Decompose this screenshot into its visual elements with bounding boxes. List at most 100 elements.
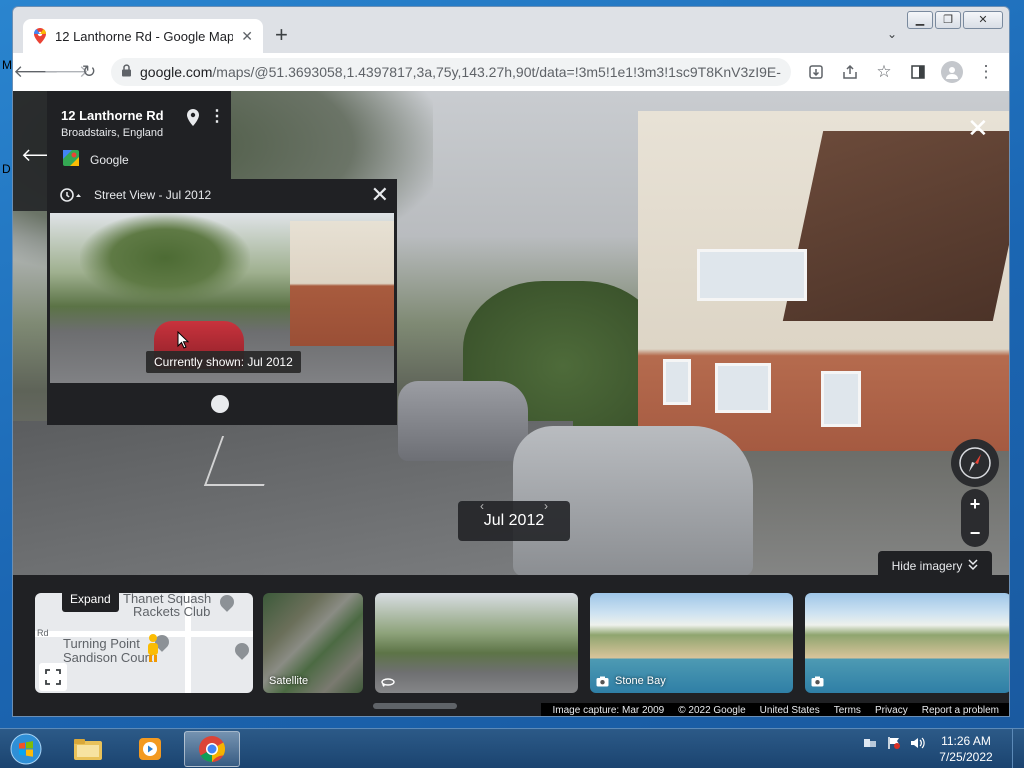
beach-photo-card[interactable]	[805, 593, 1009, 693]
install-app-icon[interactable]	[801, 57, 831, 87]
currently-shown-tooltip: Currently shown: Jul 2012	[146, 351, 301, 373]
compass-icon	[959, 447, 991, 479]
region-link[interactable]: United States	[760, 705, 820, 716]
street-view-thumbnail-card[interactable]	[375, 593, 578, 693]
bookmark-star-icon[interactable]: ☆	[869, 57, 899, 87]
maps-footer: Image capture: Mar 2009 © 2022 Google Un…	[540, 703, 1009, 716]
terms-link[interactable]: Terms	[834, 705, 861, 716]
360-rotate-icon	[381, 678, 395, 687]
maximize-button[interactable]: ❐	[935, 11, 961, 29]
map-place-label: Turning Point	[63, 636, 140, 651]
tab-title: 12 Lanthorne Rd - Google Maps	[55, 28, 234, 44]
stone-bay-label: Stone Bay	[615, 675, 666, 687]
forward-button[interactable]: 🡒	[43, 57, 89, 87]
satellite-label: Satellite	[269, 675, 309, 687]
satellite-thumbnail-card[interactable]: Satellite	[263, 593, 363, 693]
location-pin-icon[interactable]	[187, 109, 199, 131]
taskbar-chrome[interactable]	[184, 731, 240, 767]
zoom-control: + −	[961, 489, 989, 547]
share-icon[interactable]	[835, 57, 865, 87]
report-problem-link[interactable]: Report a problem	[922, 705, 999, 716]
taskbar-clock[interactable]: 11:26 AM 7/25/2022	[930, 733, 1002, 765]
close-window-button[interactable]: ✕	[963, 11, 1003, 29]
imagery-strip-scrollbar[interactable]	[373, 703, 457, 709]
time-machine-panel: Street View - Jul 2012 ✕ Currently shown…	[47, 179, 397, 425]
date-slider-handle[interactable]	[211, 395, 229, 413]
chrome-icon	[199, 736, 226, 763]
more-options-icon[interactable]: ⋮	[209, 106, 225, 126]
google-maps-logo-icon	[63, 150, 79, 166]
camera-icon	[811, 676, 824, 687]
preview-house	[290, 221, 394, 346]
copyright-text: © 2022 Google	[678, 705, 746, 716]
close-time-machine-button[interactable]: ✕	[371, 182, 389, 208]
scene-window	[821, 371, 861, 427]
camera-icon	[596, 676, 609, 686]
browser-toolbar: 🡐 🡒 ↻ google.com/maps/@51.3693058,1.4397…	[13, 53, 1009, 91]
browser-window: 12 Lanthorne Rd - Google Maps ✕ + ⌄ ▁ ❐ …	[12, 6, 1010, 717]
scene-window	[697, 249, 807, 301]
new-tab-button[interactable]: +	[275, 24, 288, 46]
desktop-text-fragment: D	[2, 162, 11, 176]
brand-label: Google	[90, 153, 129, 167]
imagery-strip: Thanet Squash Rackets Club Turning Point…	[13, 575, 1009, 716]
profile-button[interactable]	[937, 57, 967, 87]
show-desktop-button[interactable]	[1012, 729, 1024, 768]
address-card: 12 Lanthorne Rd Broadstairs, England ⋮ G…	[47, 91, 231, 179]
history-clock-icon[interactable]	[59, 187, 81, 208]
tray-expand-icon[interactable]	[862, 735, 878, 751]
taskbar-media-player[interactable]	[122, 731, 178, 767]
image-capture-date: Image capture: Mar 2009	[552, 705, 665, 716]
street-view-card-label	[381, 677, 395, 687]
capture-date-label: Jul 2012	[483, 512, 545, 529]
windows-logo-icon	[10, 733, 42, 765]
compass-control[interactable]	[951, 439, 999, 487]
action-center-flag-icon[interactable]	[886, 735, 902, 751]
scene-car	[398, 381, 528, 461]
toolbar-actions: ☆ ⋮	[801, 57, 1001, 87]
maps-street-view[interactable]: 🡐 12 Lanthorne Rd Broadstairs, England ⋮…	[13, 91, 1009, 716]
volume-speaker-icon[interactable]	[910, 735, 926, 751]
tab-strip: 12 Lanthorne Rd - Google Maps ✕ + ⌄	[13, 7, 1009, 53]
taskbar-file-explorer[interactable]	[60, 731, 116, 767]
map-pin-icon	[232, 640, 252, 660]
scene-window	[715, 363, 771, 413]
expand-map-button[interactable]	[39, 663, 67, 691]
url-text: google.com/maps/@51.3693058,1.4397817,3a…	[140, 64, 781, 80]
close-street-view-button[interactable]: ✕	[967, 115, 989, 141]
menu-kebab-icon[interactable]: ⋮	[971, 57, 1001, 87]
avatar-icon	[941, 61, 963, 83]
zoom-in-button[interactable]: +	[970, 495, 981, 513]
address-title[interactable]: 12 Lanthorne Rd	[61, 108, 164, 123]
expand-tooltip: Expand	[62, 586, 119, 612]
photo-card-label	[811, 676, 824, 687]
stone-bay-photo-card[interactable]: Stone Bay	[590, 593, 793, 693]
tab-close-icon[interactable]: ✕	[241, 28, 253, 45]
media-player-icon	[139, 738, 161, 760]
collapse-chevron-icon	[968, 558, 978, 574]
map-pin-icon	[217, 593, 237, 612]
tab-google-maps[interactable]: 12 Lanthorne Rd - Google Maps ✕	[23, 19, 263, 53]
street-view-date-label: Street View - Jul 2012	[94, 188, 212, 202]
next-date-chevron-icon[interactable]: ›	[544, 499, 548, 513]
start-button[interactable]	[6, 731, 46, 767]
pegman-icon	[145, 633, 161, 668]
address-bar[interactable]: google.com/maps/@51.3693058,1.4397817,3a…	[111, 58, 791, 86]
reload-button[interactable]: ↻	[81, 57, 97, 87]
capture-date-chip[interactable]: ‹ Jul 2012 ›	[458, 499, 570, 541]
scene-window	[663, 359, 691, 405]
side-panel-icon[interactable]	[903, 57, 933, 87]
minimize-button[interactable]: ▁	[907, 11, 933, 29]
google-maps-favicon-icon	[33, 28, 47, 44]
scene-roof	[782, 131, 1009, 321]
folder-icon	[74, 739, 102, 760]
lock-icon[interactable]	[121, 64, 132, 80]
privacy-link[interactable]: Privacy	[875, 705, 908, 716]
system-tray	[862, 735, 926, 751]
zoom-out-button[interactable]: −	[970, 524, 981, 542]
historical-imagery-preview[interactable]: Currently shown: Jul 2012	[50, 213, 394, 383]
previous-date-chevron-icon[interactable]: ‹	[480, 499, 484, 513]
preview-trees	[80, 213, 250, 303]
tab-search-chevron-icon[interactable]: ⌄	[887, 27, 897, 41]
map-place-label: Rackets Club	[133, 604, 211, 619]
